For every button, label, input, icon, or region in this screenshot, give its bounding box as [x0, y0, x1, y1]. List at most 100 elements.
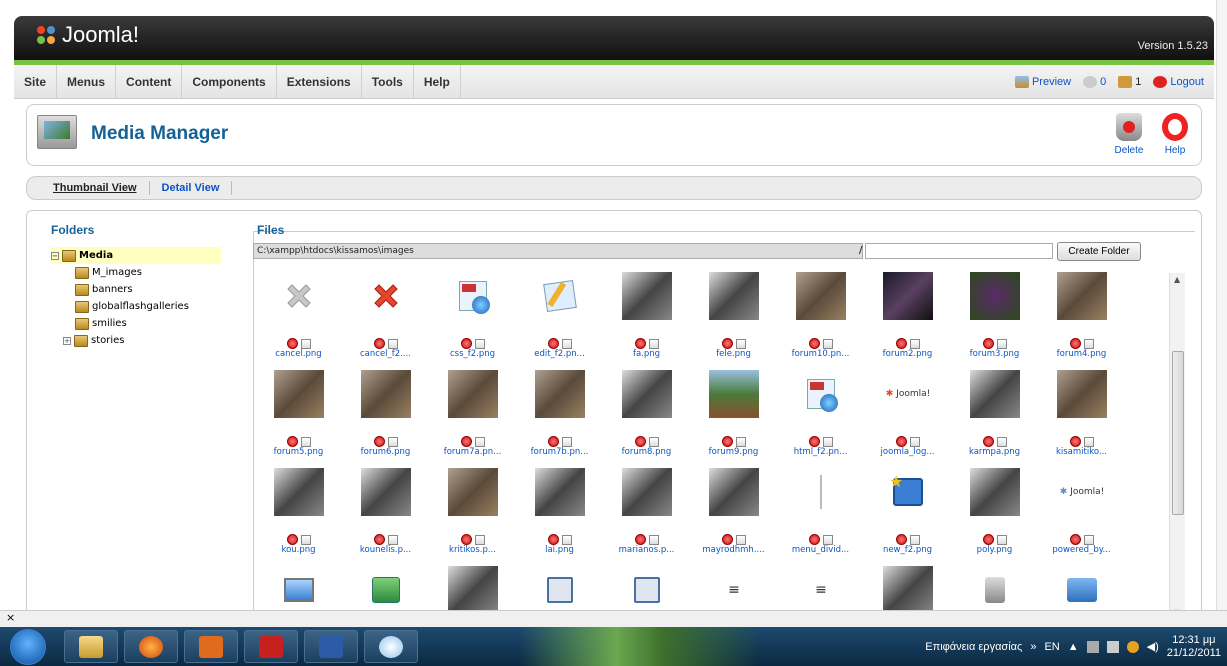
menu-extensions[interactable]: Extensions: [277, 65, 362, 99]
select-checkbox[interactable]: [822, 534, 833, 545]
delete-icon[interactable]: [286, 338, 298, 349]
delete-icon[interactable]: [460, 338, 472, 349]
select-checkbox[interactable]: [387, 338, 398, 349]
file-name[interactable]: powered_by...: [1038, 545, 1125, 555]
file-name[interactable]: kritikos.p...: [429, 545, 516, 555]
taskbar-paint[interactable]: [364, 630, 418, 663]
file-thumbnail[interactable]: css_f2.png: [429, 263, 516, 361]
select-checkbox[interactable]: [648, 436, 659, 447]
select-checkbox[interactable]: [300, 338, 311, 349]
file-thumbnail[interactable]: cancel.png: [255, 263, 342, 361]
select-checkbox[interactable]: [996, 534, 1007, 545]
menu-content[interactable]: Content: [116, 65, 183, 99]
select-checkbox[interactable]: [1083, 436, 1094, 447]
file-name[interactable]: new_f2.png: [864, 545, 951, 555]
thumbnail-image[interactable]: [700, 267, 768, 325]
file-name[interactable]: fele.png: [690, 349, 777, 359]
file-name[interactable]: forum4.png: [1038, 349, 1125, 359]
delete-icon[interactable]: [895, 534, 907, 545]
tab-detail-view[interactable]: Detail View: [150, 181, 233, 195]
select-checkbox[interactable]: [996, 436, 1007, 447]
delete-icon[interactable]: [808, 436, 820, 447]
thumbnail-image[interactable]: [961, 267, 1029, 325]
file-thumbnail[interactable]: html_f2.pn...: [777, 361, 864, 459]
file-name[interactable]: forum8.png: [603, 447, 690, 457]
folder-item[interactable]: smilies: [51, 315, 221, 332]
select-checkbox[interactable]: [387, 534, 398, 545]
file-name[interactable]: forum7b.pn...: [516, 447, 603, 457]
delete-icon[interactable]: [895, 436, 907, 447]
select-checkbox[interactable]: [822, 436, 833, 447]
file-thumbnail[interactable]: forum10.pn...: [777, 263, 864, 361]
select-checkbox[interactable]: [561, 338, 572, 349]
thumbnail-image[interactable]: [265, 365, 333, 423]
desktop-toolbar-label[interactable]: Επιφάνεια εργασίας: [925, 641, 1022, 653]
delete-icon[interactable]: [634, 436, 646, 447]
delete-icon[interactable]: [373, 338, 385, 349]
file-name[interactable]: forum2.png: [864, 349, 951, 359]
thumbnail-image[interactable]: [700, 365, 768, 423]
flag-icon[interactable]: [1086, 640, 1099, 653]
select-checkbox[interactable]: [300, 534, 311, 545]
tab-thumbnail-view[interactable]: Thumbnail View: [41, 181, 150, 195]
file-thumbnail[interactable]: forum8.png: [603, 361, 690, 459]
file-thumbnail[interactable]: forum7b.pn...: [516, 361, 603, 459]
select-checkbox[interactable]: [735, 338, 746, 349]
delete-icon[interactable]: [721, 534, 733, 545]
delete-icon[interactable]: [721, 338, 733, 349]
select-checkbox[interactable]: [561, 436, 572, 447]
users-count[interactable]: 1: [1118, 76, 1141, 89]
thumbnail-image[interactable]: [961, 365, 1029, 423]
volume-icon[interactable]: ◀): [1147, 640, 1159, 653]
delete-icon[interactable]: [547, 534, 559, 545]
file-name[interactable]: edit_f2.pn...: [516, 349, 603, 359]
file-thumbnail[interactable]: forum9.png: [690, 361, 777, 459]
file-thumbnail[interactable]: lai.png: [516, 459, 603, 557]
folder-item[interactable]: M_images: [51, 264, 221, 281]
delete-icon[interactable]: [286, 436, 298, 447]
file-thumbnail[interactable]: fa.png: [603, 263, 690, 361]
file-name[interactable]: lai.png: [516, 545, 603, 555]
thumbnail-image[interactable]: [352, 267, 420, 325]
select-checkbox[interactable]: [822, 338, 833, 349]
folder-item[interactable]: globalflashgalleries: [51, 298, 221, 315]
scrollbar-thumb[interactable]: [1172, 351, 1184, 515]
thumbnail-image[interactable]: [352, 365, 420, 423]
file-thumbnail[interactable]: kisamitiko...: [1038, 361, 1125, 459]
folder-item[interactable]: banners: [51, 281, 221, 298]
file-name[interactable]: forum6.png: [342, 447, 429, 457]
file-name[interactable]: forum10.pn...: [777, 349, 864, 359]
thumbnail-image[interactable]: [787, 463, 855, 521]
file-thumbnail[interactable]: ✱ Joomla! joomla_log...: [864, 361, 951, 459]
page-scrollbar[interactable]: [1216, 0, 1227, 610]
delete-icon[interactable]: [808, 338, 820, 349]
file-thumbnail[interactable]: menu_divid...: [777, 459, 864, 557]
delete-icon[interactable]: [460, 534, 472, 545]
file-name[interactable]: menu_divid...: [777, 545, 864, 555]
file-thumbnail[interactable]: marianos.p...: [603, 459, 690, 557]
select-checkbox[interactable]: [909, 534, 920, 545]
delete-icon[interactable]: [373, 534, 385, 545]
select-checkbox[interactable]: [474, 436, 485, 447]
file-name[interactable]: cancel_f2....: [342, 349, 429, 359]
file-thumbnail[interactable]: kounelis.p...: [342, 459, 429, 557]
menu-components[interactable]: Components: [182, 65, 277, 99]
scroll-up-icon[interactable]: ▲: [1174, 275, 1180, 284]
taskbar-media[interactable]: [184, 630, 238, 663]
select-checkbox[interactable]: [561, 534, 572, 545]
delete-icon[interactable]: [373, 436, 385, 447]
thumbnail-image[interactable]: [439, 463, 507, 521]
close-icon[interactable]: ×: [6, 611, 15, 624]
delete-icon[interactable]: [895, 338, 907, 349]
select-checkbox[interactable]: [909, 338, 920, 349]
delete-icon[interactable]: [547, 436, 559, 447]
file-thumbnail[interactable]: karmpa.png: [951, 361, 1038, 459]
select-checkbox[interactable]: [474, 338, 485, 349]
file-thumbnail[interactable]: kou.png: [255, 459, 342, 557]
file-name[interactable]: fa.png: [603, 349, 690, 359]
logout-link[interactable]: Logout: [1153, 76, 1204, 89]
select-checkbox[interactable]: [474, 534, 485, 545]
delete-icon[interactable]: [634, 338, 646, 349]
folder-media[interactable]: − Media: [51, 247, 221, 264]
thumbnail-image[interactable]: [526, 463, 594, 521]
